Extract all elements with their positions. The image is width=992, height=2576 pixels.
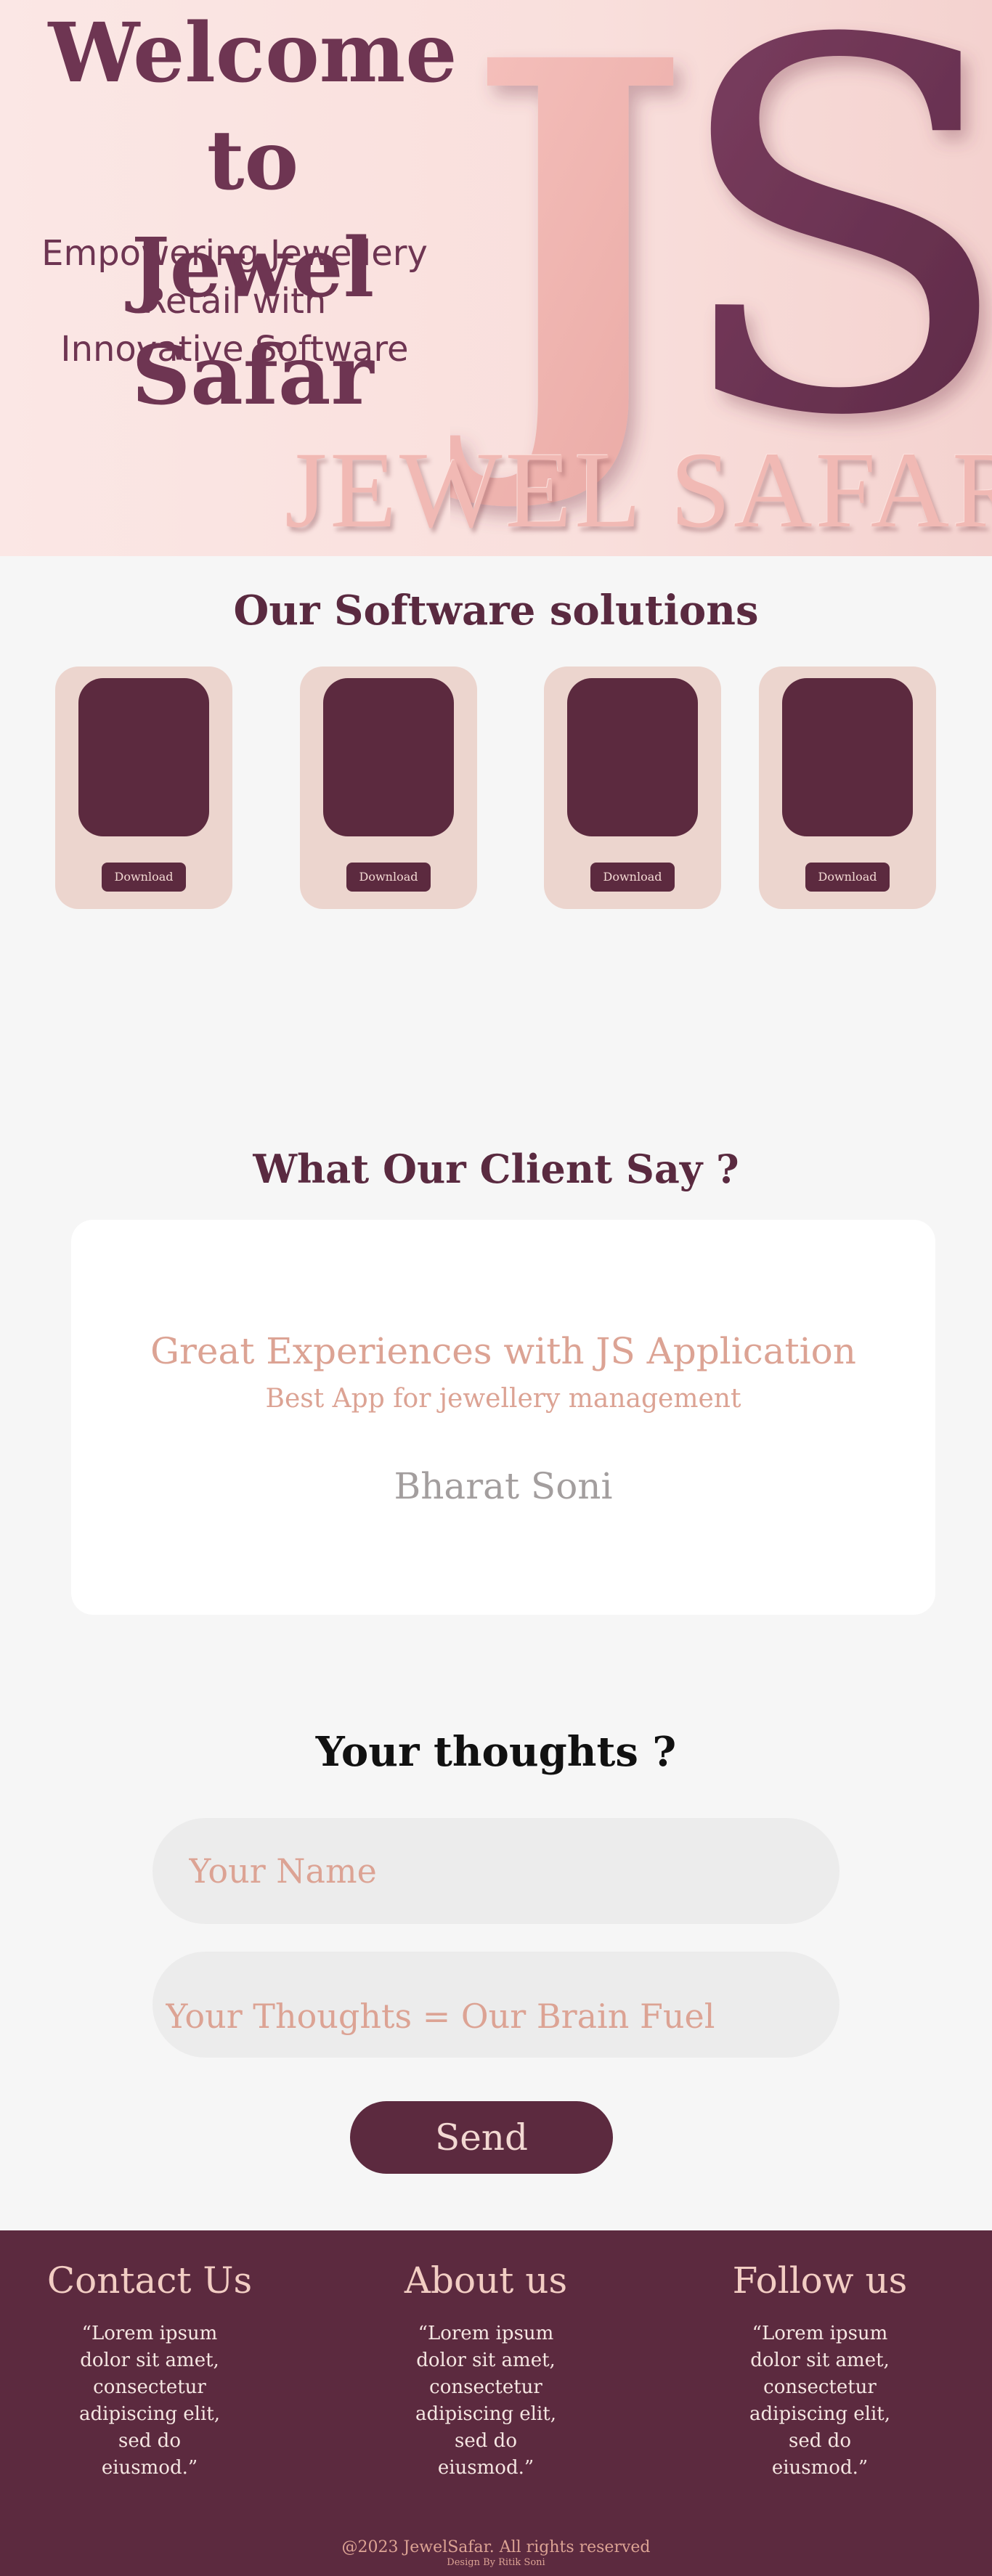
testimonial-author: Bharat Soni xyxy=(394,1465,613,1507)
hero-title-line1: Welcome to xyxy=(48,6,458,208)
download-button[interactable]: Download xyxy=(590,863,675,892)
footer-follow-title[interactable]: Follow us xyxy=(700,2258,940,2303)
testimonial-subheading: Best App for jewellery management xyxy=(265,1384,741,1414)
footer-about-column: About us “Lorem ipsum dolor sit amet, co… xyxy=(366,2258,606,2482)
software-card-image xyxy=(78,678,209,836)
hero-subtitle-line1: Empowering Jewellery xyxy=(41,233,428,274)
send-button[interactable]: Send xyxy=(350,2101,613,2174)
testimonial-heading: Great Experiences with JS Application xyxy=(150,1330,856,1372)
hero-subtitle-line3: Innovative Software xyxy=(60,329,409,370)
software-card-image xyxy=(782,678,913,836)
name-input[interactable] xyxy=(153,1818,839,1924)
feedback-title: Your thoughts ? xyxy=(315,1728,677,1776)
footer-about-text: “Lorem ipsum dolor sit amet, consectetur… xyxy=(415,2323,557,2479)
download-button[interactable]: Download xyxy=(102,863,186,892)
testimonials-title: What Our Client Say ? xyxy=(253,1146,739,1192)
software-card: Download xyxy=(759,667,936,909)
design-credit: Design By Ritik Soni xyxy=(447,2557,545,2568)
hero-subtitle: Empowering Jewellery Retail with Innovat… xyxy=(20,229,449,373)
software-card-image xyxy=(567,678,698,836)
software-card: Download xyxy=(544,667,721,909)
software-card: Download xyxy=(300,667,477,909)
footer-about-title[interactable]: About us xyxy=(366,2258,606,2303)
footer-contact-column: Contact Us “Lorem ipsum dolor sit amet, … xyxy=(30,2258,269,2482)
footer-follow-column: Follow us “Lorem ipsum dolor sit amet, c… xyxy=(700,2258,940,2482)
software-section-title: Our Software solutions xyxy=(233,587,759,635)
testimonial-card: Great Experiences with JS Application Be… xyxy=(71,1220,935,1615)
thoughts-input[interactable] xyxy=(153,1952,839,2058)
copyright-text: @2023 JewelSafar. All rights reserved xyxy=(341,2538,651,2556)
footer: Contact Us “Lorem ipsum dolor sit amet, … xyxy=(0,2230,992,2576)
software-card-image xyxy=(323,678,454,836)
hero-banner: Welcome to Jewel Safar Empowering Jewell… xyxy=(0,0,992,556)
software-card: Download xyxy=(55,667,232,909)
footer-follow-text: “Lorem ipsum dolor sit amet, consectetur… xyxy=(749,2323,891,2479)
hero-brand-text: JEWEL SAFAR xyxy=(285,430,992,550)
footer-contact-text: “Lorem ipsum dolor sit amet, consectetur… xyxy=(78,2323,221,2479)
footer-contact-title[interactable]: Contact Us xyxy=(30,2258,269,2303)
download-button[interactable]: Download xyxy=(805,863,890,892)
hero-subtitle-line2: Retail with xyxy=(142,281,327,322)
download-button[interactable]: Download xyxy=(346,863,431,892)
